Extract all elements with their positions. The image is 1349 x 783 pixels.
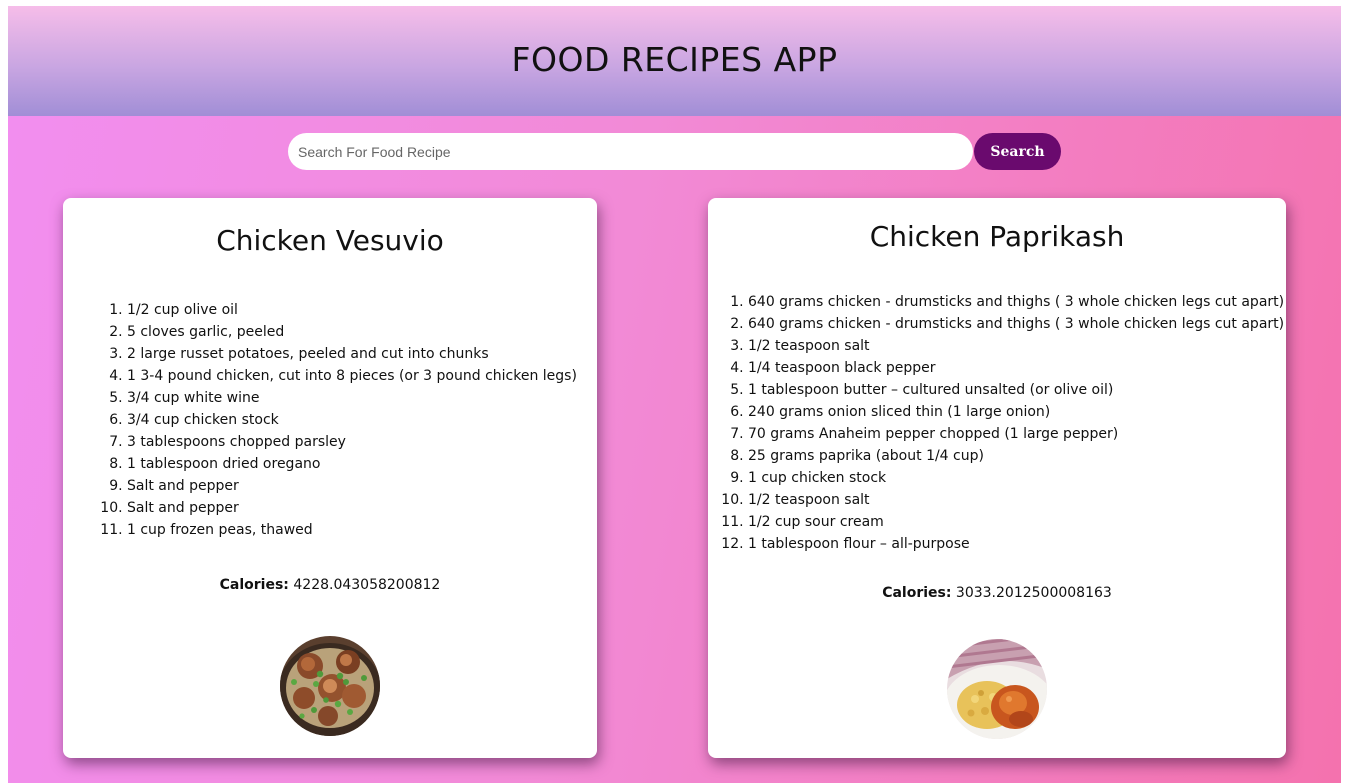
ingredient-item: 3/4 cup chicken stock [127, 409, 577, 431]
recipe-title: Chicken Paprikash [869, 220, 1125, 253]
ingredient-item: Salt and pepper [127, 497, 577, 519]
ingredient-item: 1/2 teaspoon salt [748, 335, 1284, 357]
ingredient-item: 1/2 cup sour cream [748, 511, 1284, 533]
ingredient-item: 1 tablespoon dried oregano [127, 453, 577, 475]
chicken-paprikash-photo-icon [947, 639, 1047, 739]
ingredient-item: 1 3-4 pound chicken, cut into 8 pieces (… [127, 365, 577, 387]
calories-line: Calories: 4228.043058200812 [63, 577, 597, 593]
ingredient-item: 1 tablespoon butter – cultured unsalted … [748, 379, 1284, 401]
search-input[interactable] [288, 133, 973, 170]
ingredient-list: 640 grams chicken - drumsticks and thigh… [708, 291, 1284, 555]
ingredient-item: 1 cup chicken stock [748, 467, 1284, 489]
ingredient-item: 70 grams Anaheim pepper chopped (1 large… [748, 423, 1284, 445]
app-title: FOOD RECIPES APP [511, 40, 838, 79]
calories-label: Calories: [219, 577, 289, 593]
app-root: FOOD RECIPES APP Search Chicken Vesuvio … [8, 6, 1341, 783]
chicken-vesuvio-photo-icon [280, 636, 380, 736]
ingredient-item: 3 tablespoons chopped parsley [127, 431, 577, 453]
ingredient-item: Salt and pepper [127, 475, 577, 497]
search-bar: Search [288, 133, 1063, 170]
calories-line: Calories: 3033.2012500008163 [708, 585, 1286, 601]
ingredient-list: 1/2 cup olive oil 5 cloves garlic, peele… [82, 299, 577, 541]
calories-value: 4228.043058200812 [293, 577, 441, 593]
ingredient-item: 5 cloves garlic, peeled [127, 321, 577, 343]
ingredient-item: 640 grams chicken - drumsticks and thigh… [748, 313, 1284, 335]
recipe-card: Chicken Paprikash 640 grams chicken - dr… [708, 198, 1286, 758]
recipe-title: Chicken Vesuvio [216, 224, 444, 257]
ingredient-item: 240 grams onion sliced thin (1 large oni… [748, 401, 1284, 423]
recipe-card: Chicken Vesuvio 1/2 cup olive oil 5 clov… [63, 198, 597, 758]
ingredient-item: 1 cup frozen peas, thawed [127, 519, 577, 541]
calories-label: Calories: [882, 585, 952, 601]
ingredient-item: 640 grams chicken - drumsticks and thigh… [748, 291, 1284, 313]
recipe-image [947, 639, 1047, 739]
calories-value: 3033.2012500008163 [955, 585, 1112, 601]
ingredient-item: 1/2 teaspoon salt [748, 489, 1284, 511]
ingredient-item: 2 large russet potatoes, peeled and cut … [127, 343, 577, 365]
ingredient-item: 1 tablespoon flour – all-purpose [748, 533, 1284, 555]
ingredient-item: 1/2 cup olive oil [127, 299, 577, 321]
search-button[interactable]: Search [974, 133, 1061, 170]
ingredient-item: 3/4 cup white wine [127, 387, 577, 409]
ingredient-item: 25 grams paprika (about 1/4 cup) [748, 445, 1284, 467]
ingredient-item: 1/4 teaspoon black pepper [748, 357, 1284, 379]
app-header: FOOD RECIPES APP [8, 6, 1341, 116]
recipe-image [280, 636, 380, 736]
